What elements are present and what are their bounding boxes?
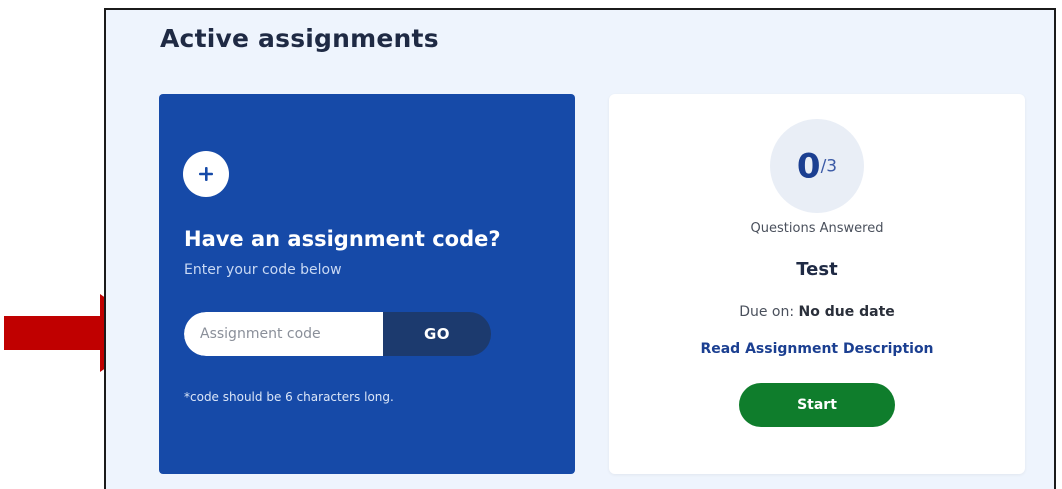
plus-icon	[199, 167, 213, 181]
screenshot-stage: Active assignments Have an assignment co…	[0, 0, 1062, 489]
start-button[interactable]: Start	[739, 383, 895, 427]
section-title: Active assignments	[160, 24, 439, 53]
code-length-hint: *code should be 6 characters long.	[184, 390, 394, 404]
assignment-code-form: GO	[184, 312, 491, 356]
active-assignments-panel: Active assignments Have an assignment co…	[104, 8, 1056, 489]
assignment-code-input[interactable]	[184, 312, 383, 356]
due-date-line: Due on: No due date	[609, 304, 1025, 320]
due-date-value: No due date	[798, 304, 895, 320]
assignment-code-card: Have an assignment code? Enter your code…	[159, 94, 575, 474]
answered-count: 0	[796, 146, 821, 187]
due-prefix: Due on:	[739, 304, 799, 320]
assignment-card: 0/3 Questions Answered Test Due on: No d…	[609, 94, 1025, 474]
total-count: /3	[820, 156, 838, 177]
questions-progress-circle: 0/3	[770, 119, 864, 213]
code-card-heading: Have an assignment code?	[184, 227, 501, 251]
add-code-button[interactable]	[183, 151, 229, 197]
go-button[interactable]: GO	[383, 312, 491, 356]
questions-answered-label: Questions Answered	[750, 221, 884, 236]
read-description-link[interactable]: Read Assignment Description	[609, 341, 1025, 357]
assignment-name: Test	[796, 259, 838, 280]
code-card-subtitle: Enter your code below	[184, 262, 342, 278]
